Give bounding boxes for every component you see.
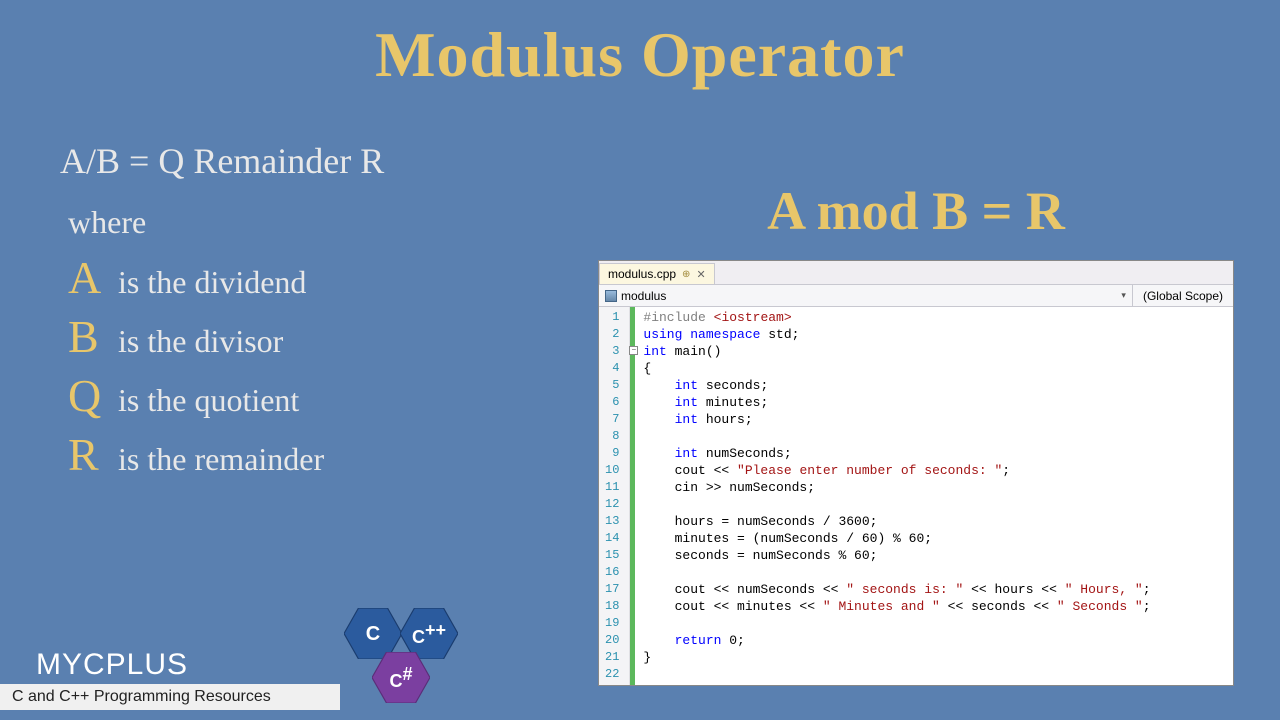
scope-project-label: modulus [621, 289, 666, 303]
editor-tab-modulus[interactable]: modulus.cpp ⊕ ✕ [599, 263, 715, 284]
function-scope-dropdown[interactable]: (Global Scope) [1133, 285, 1233, 306]
definition-text: is the dividend [118, 264, 306, 301]
code-editor: modulus.cpp ⊕ ✕ modulus ▾ (Global Scope)… [598, 260, 1234, 686]
code-line[interactable]: seconds = numSeconds % 60; [643, 547, 1150, 564]
code-line[interactable] [643, 564, 1150, 581]
code-line[interactable]: int hours; [643, 411, 1150, 428]
code-area[interactable]: #include <iostream>using namespace std;i… [637, 307, 1156, 685]
code-line[interactable] [643, 428, 1150, 445]
definition-text: is the quotient [118, 382, 299, 419]
code-line[interactable]: int seconds; [643, 377, 1150, 394]
code-line[interactable]: using namespace std; [643, 326, 1150, 343]
code-line[interactable]: cout << minutes << " Minutes and " << se… [643, 598, 1150, 615]
code-line[interactable]: hours = numSeconds / 3600; [643, 513, 1150, 530]
project-icon [605, 290, 617, 302]
definition-letter: R [68, 428, 104, 481]
csharp-logo-icon: C# [372, 652, 430, 704]
code-line[interactable]: cin >> numSeconds; [643, 479, 1150, 496]
code-line[interactable] [643, 615, 1150, 632]
brand-tagline: C and C++ Programming Resources [0, 684, 340, 710]
chevron-down-icon: ▾ [1121, 290, 1126, 301]
scope-function-label: (Global Scope) [1143, 289, 1223, 303]
definition-line: Ais the dividend [68, 251, 384, 304]
code-line[interactable] [643, 496, 1150, 513]
definition-letter: Q [68, 369, 104, 422]
code-line[interactable]: int numSeconds; [643, 445, 1150, 462]
change-indicator-bar [630, 307, 635, 685]
editor-scopebar: modulus ▾ (Global Scope) [599, 285, 1233, 307]
code-line[interactable] [643, 666, 1150, 683]
language-logos: C C++ C# [340, 604, 480, 714]
brand-footer: MYCPLUS C and C++ Programming Resources [0, 648, 340, 710]
definition-text: is the divisor [118, 323, 283, 360]
definition-line: Qis the quotient [68, 369, 384, 422]
code-line[interactable]: cout << numSeconds << " seconds is: " <<… [643, 581, 1150, 598]
code-line[interactable]: return 0; [643, 632, 1150, 649]
code-line[interactable]: cout << "Please enter number of seconds:… [643, 462, 1150, 479]
code-line[interactable]: #include <iostream> [643, 309, 1150, 326]
project-scope-dropdown[interactable]: modulus ▾ [599, 285, 1133, 306]
brand-name: MYCPLUS [0, 648, 340, 682]
code-line[interactable]: { [643, 360, 1150, 377]
definition-line: Ris the remainder [68, 428, 384, 481]
mod-expression: A mod B = R [598, 180, 1234, 242]
page-title: Modulus Operator [0, 0, 1280, 92]
code-line[interactable]: int main()− [643, 343, 1150, 360]
editor-body[interactable]: 12345678910111213141516171819202122 #inc… [599, 307, 1233, 685]
editor-tabbar: modulus.cpp ⊕ ✕ [599, 261, 1233, 285]
pin-icon[interactable]: ⊕ [682, 269, 690, 280]
definition-letter: B [68, 310, 104, 363]
fold-toggle-icon[interactable]: − [629, 346, 638, 355]
tab-label: modulus.cpp [608, 267, 676, 281]
definition-letter: A [68, 251, 104, 304]
definition-line: Bis the divisor [68, 310, 384, 363]
explanation-panel: A/B = Q Remainder R where Ais the divide… [60, 140, 384, 487]
division-formula: A/B = Q Remainder R [60, 140, 384, 182]
close-icon[interactable]: ✕ [696, 268, 705, 281]
code-line[interactable]: minutes = (numSeconds / 60) % 60; [643, 530, 1150, 547]
definition-text: is the remainder [118, 441, 324, 478]
code-line[interactable]: int minutes; [643, 394, 1150, 411]
code-line[interactable]: } [643, 649, 1150, 666]
where-label: where [68, 204, 384, 241]
line-number-gutter: 12345678910111213141516171819202122 [599, 307, 630, 685]
